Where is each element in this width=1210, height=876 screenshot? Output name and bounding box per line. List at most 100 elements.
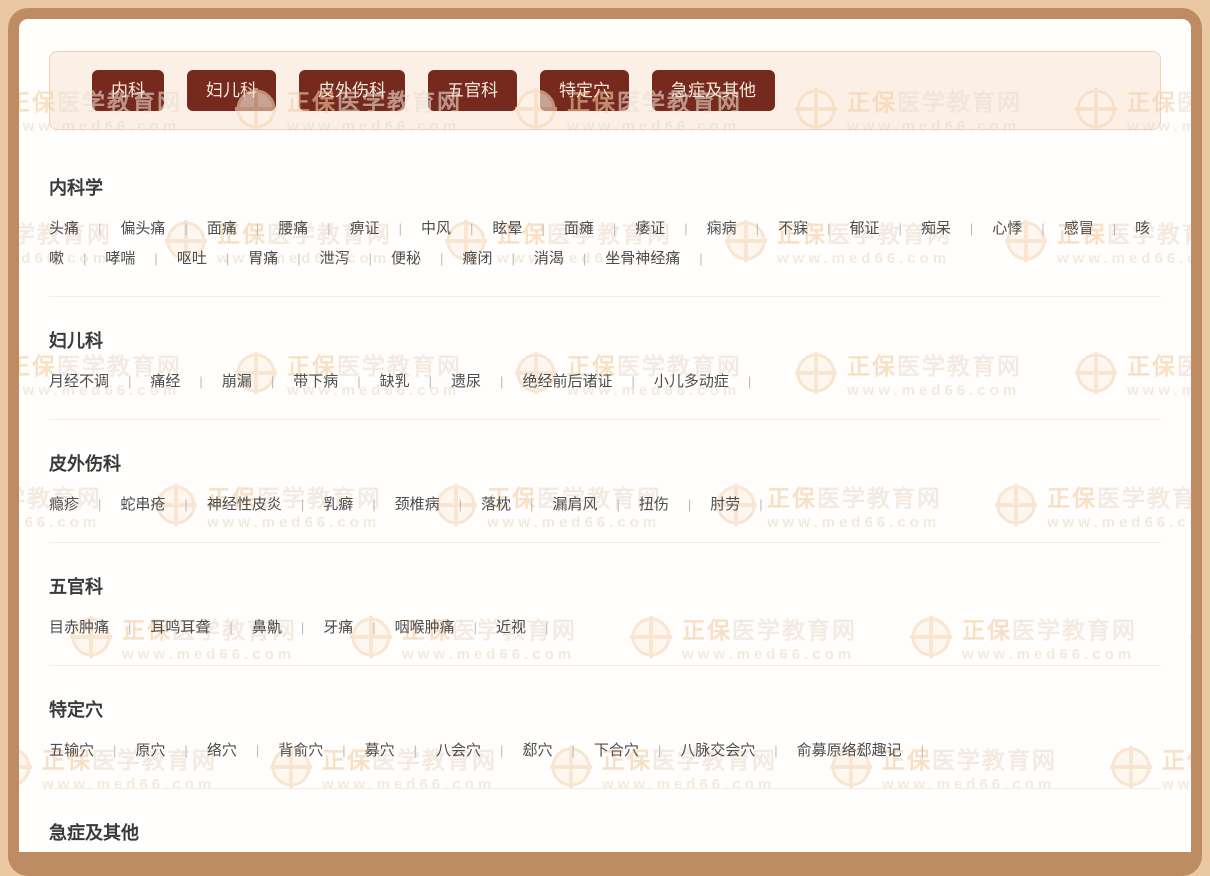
topic-section: 内科学头痛|偏头痛|面痛|腰痛|痹证|中风|眩晕|面瘫|痿证|痫病|不寐|郁证|… — [49, 130, 1161, 297]
topic-section: 妇儿科月经不调|痛经|崩漏|带下病|缺乳|遗尿|绝经前后诸证|小儿多动症| — [49, 297, 1161, 420]
topic-link[interactable]: 月经不调 — [49, 373, 109, 390]
separator: | — [301, 620, 304, 635]
topic-link[interactable]: 漏肩风 — [552, 496, 597, 513]
separator: | — [98, 866, 101, 876]
topic-link[interactable]: 瘾疹 — [49, 496, 79, 513]
topic-link[interactable]: 颈椎病 — [395, 496, 440, 513]
separator: | — [113, 743, 116, 758]
topic-link[interactable]: 不寐 — [778, 220, 808, 237]
separator: | — [297, 251, 300, 266]
separator: | — [226, 251, 229, 266]
topic-link[interactable]: 泄泻 — [320, 250, 350, 267]
category-button[interactable]: 特定穴 — [540, 70, 629, 111]
separator: | — [970, 221, 973, 236]
separator: | — [414, 743, 417, 758]
topic-section: 急症及其他晕厥|内脏绞痛|肥胖症| — [49, 789, 1161, 876]
topic-link[interactable]: 八脉交会穴 — [680, 742, 755, 759]
category-button[interactable]: 五官科 — [428, 70, 517, 111]
category-button[interactable]: 内科 — [92, 70, 164, 111]
topic-link[interactable]: 眩晕 — [492, 220, 522, 237]
topic-link[interactable]: 小儿多动症 — [654, 373, 729, 390]
topic-link[interactable]: 痛经 — [150, 373, 180, 390]
topic-link[interactable]: 落枕 — [481, 496, 511, 513]
topic-list: 头痛|偏头痛|面痛|腰痛|痹证|中风|眩晕|面瘫|痿证|痫病|不寐|郁证|痴呆|… — [49, 214, 1161, 274]
topic-link[interactable]: 痴呆 — [921, 220, 951, 237]
category-button[interactable]: 皮外伤科 — [299, 70, 405, 111]
topic-link[interactable]: 消渴 — [534, 250, 564, 267]
topic-link[interactable]: 头痛 — [49, 220, 79, 237]
topic-link[interactable]: 络穴 — [207, 742, 237, 759]
topic-link[interactable]: 原穴 — [135, 742, 165, 759]
topic-link[interactable]: 痫病 — [707, 220, 737, 237]
separator: | — [756, 221, 759, 236]
topic-link[interactable]: 肘劳 — [710, 496, 740, 513]
topic-link[interactable]: 癃闭 — [462, 250, 492, 267]
topic-link[interactable]: 心悸 — [992, 220, 1022, 237]
separator: | — [500, 374, 503, 389]
topic-link[interactable]: 目赤肿痛 — [49, 619, 109, 636]
separator: | — [440, 251, 443, 266]
topic-link[interactable]: 痹证 — [350, 220, 380, 237]
topic-link[interactable]: 耳鸣耳聋 — [150, 619, 210, 636]
topic-link[interactable]: 胃痛 — [248, 250, 278, 267]
topic-link[interactable]: 乳癖 — [323, 496, 353, 513]
separator: | — [684, 221, 687, 236]
topic-link[interactable]: 募穴 — [365, 742, 395, 759]
topic-link[interactable]: 偏头痛 — [120, 220, 165, 237]
separator: | — [256, 743, 259, 758]
topic-section: 特定穴五输穴|原穴|络穴|背俞穴|募穴|八会穴|郄穴|下合穴|八脉交会穴|俞募原… — [49, 666, 1161, 789]
separator: | — [369, 251, 372, 266]
topic-link[interactable]: 牙痛 — [323, 619, 353, 636]
topic-link[interactable]: 带下病 — [293, 373, 338, 390]
topic-link[interactable]: 肥胖症 — [222, 865, 267, 876]
topic-link[interactable]: 崩漏 — [222, 373, 252, 390]
topic-link[interactable]: 郄穴 — [522, 742, 552, 759]
category-button[interactable]: 急症及其他 — [652, 70, 775, 111]
separator: | — [357, 374, 360, 389]
topic-link[interactable]: 鼻鼽 — [252, 619, 282, 636]
topic-section: 皮外伤科瘾疹|蛇串疮|神经性皮炎|乳癖|颈椎病|落枕|漏肩风|扭伤|肘劳| — [49, 420, 1161, 543]
separator: | — [500, 743, 503, 758]
category-filter-bar: 内科妇儿科皮外伤科五官科特定穴急症及其他 — [49, 51, 1161, 130]
topic-list: 晕厥|内脏绞痛|肥胖症| — [49, 859, 1161, 876]
separator: | — [301, 497, 304, 512]
topic-link[interactable]: 晕厥 — [49, 865, 79, 876]
topic-link[interactable]: 感冒 — [1064, 220, 1094, 237]
separator: | — [545, 620, 548, 635]
topic-link[interactable]: 面瘫 — [564, 220, 594, 237]
topic-link[interactable]: 咽喉肿痛 — [395, 619, 455, 636]
topic-link[interactable]: 呕吐 — [177, 250, 207, 267]
topic-link[interactable]: 背俞穴 — [278, 742, 323, 759]
topic-link[interactable]: 神经性皮炎 — [207, 496, 282, 513]
separator: | — [688, 497, 691, 512]
topic-link[interactable]: 缺乳 — [380, 373, 410, 390]
topic-link[interactable]: 便秘 — [391, 250, 421, 267]
topic-link[interactable]: 面痛 — [207, 220, 237, 237]
topic-link[interactable]: 绝经前后诸证 — [522, 373, 612, 390]
topic-link[interactable]: 近视 — [496, 619, 526, 636]
separator: | — [658, 743, 661, 758]
topic-link[interactable]: 坐骨神经痛 — [605, 250, 680, 267]
topic-link[interactable]: 俞募原络郄趣记 — [797, 742, 902, 759]
separator: | — [184, 221, 187, 236]
section-title: 皮外伤科 — [49, 450, 1161, 476]
separator: | — [98, 497, 101, 512]
topic-link[interactable]: 蛇串疮 — [120, 496, 165, 513]
separator: | — [530, 497, 533, 512]
topic-link[interactable]: 扭伤 — [639, 496, 669, 513]
topic-link[interactable]: 哮喘 — [105, 250, 135, 267]
topic-list: 目赤肿痛|耳鸣耳聋|鼻鼽|牙痛|咽喉肿痛|近视| — [49, 613, 1161, 643]
separator: | — [759, 497, 762, 512]
category-button[interactable]: 妇儿科 — [187, 70, 276, 111]
topic-link[interactable]: 痿证 — [635, 220, 665, 237]
topic-link[interactable]: 八会穴 — [436, 742, 481, 759]
topic-link[interactable]: 遗尿 — [451, 373, 481, 390]
topic-link[interactable]: 腰痛 — [278, 220, 308, 237]
topic-link[interactable]: 中风 — [421, 220, 451, 237]
topic-list: 瘾疹|蛇串疮|神经性皮炎|乳癖|颈椎病|落枕|漏肩风|扭伤|肘劳| — [49, 490, 1161, 520]
topic-link[interactable]: 下合穴 — [594, 742, 639, 759]
topic-link[interactable]: 郁证 — [849, 220, 879, 237]
topic-link[interactable]: 五输穴 — [49, 742, 94, 759]
topic-link[interactable]: 内脏绞痛 — [120, 865, 180, 876]
separator: | — [571, 743, 574, 758]
